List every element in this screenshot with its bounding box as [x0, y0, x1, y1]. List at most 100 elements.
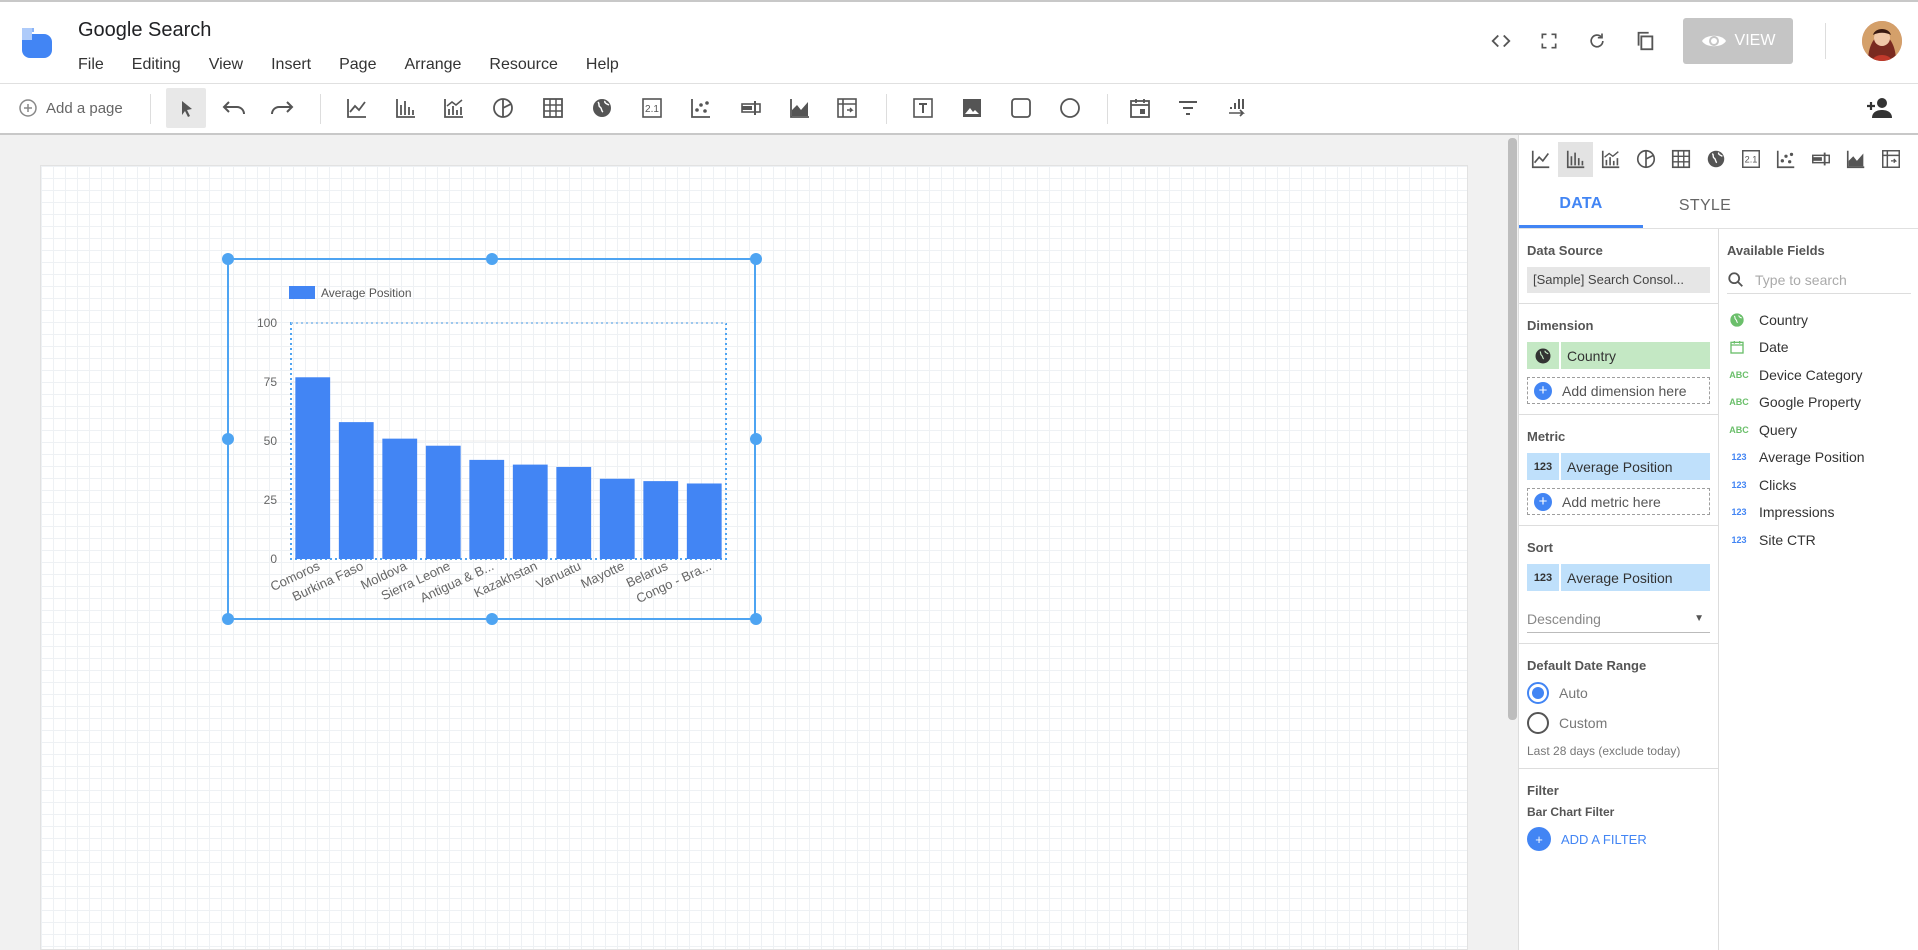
radio-empty-icon — [1527, 712, 1549, 734]
tab-style[interactable]: STYLE — [1643, 183, 1767, 228]
bullet-chart-icon[interactable] — [731, 88, 771, 128]
bar — [425, 445, 461, 559]
field-item[interactable]: Country — [1719, 306, 1918, 334]
field-search[interactable]: Type to search — [1727, 266, 1911, 294]
table-icon[interactable] — [1663, 142, 1698, 177]
bar-chart[interactable]: Average Position 0 25 50 75 100 Comoros Burkin… — [222, 253, 762, 625]
combo-chart-icon[interactable] — [434, 88, 474, 128]
dimension-chip-country[interactable]: Country — [1527, 342, 1710, 369]
report-title[interactable]: Google Search — [78, 19, 211, 42]
circle-icon[interactable] — [1050, 88, 1090, 128]
geo-map-icon[interactable] — [582, 88, 622, 128]
redo-icon[interactable] — [262, 88, 302, 128]
area-chart-icon[interactable] — [780, 88, 820, 128]
resize-handle[interactable] — [750, 433, 762, 445]
menu-arrange[interactable]: Arrange — [404, 56, 461, 74]
bar-chart-icon[interactable] — [386, 88, 426, 128]
field-item[interactable]: Date — [1719, 334, 1918, 362]
rectangle-icon[interactable] — [1001, 88, 1041, 128]
copy-icon[interactable] — [1621, 19, 1669, 63]
filter-sublabel: Bar Chart Filter — [1527, 805, 1615, 819]
resize-handle[interactable] — [222, 433, 234, 445]
dimension-label: Dimension — [1527, 318, 1594, 333]
text-box-icon[interactable] — [903, 88, 943, 128]
add-metric-button[interactable]: + Add metric here — [1527, 488, 1710, 515]
field-item[interactable]: ABC Google Property — [1719, 389, 1918, 417]
time-series-chart-icon[interactable] — [337, 88, 377, 128]
view-button[interactable]: VIEW — [1683, 18, 1793, 64]
add-metric-label: Add metric here — [1562, 493, 1661, 510]
select-tool-icon[interactable] — [166, 88, 206, 128]
search-icon — [1728, 271, 1743, 287]
y-tick-label: 100 — [257, 316, 277, 330]
data-studio-logo-icon[interactable] — [20, 26, 54, 60]
data-source-selector[interactable]: [Sample] Search Consol... — [1527, 267, 1710, 293]
field-item[interactable]: ABC Device Category — [1719, 361, 1918, 389]
header-actions: VIEW — [1477, 18, 1918, 64]
sort-chip-average-position[interactable]: 123 Average Position — [1527, 564, 1710, 591]
add-page-button[interactable]: Add a page — [18, 98, 123, 118]
bullet-chart-icon[interactable] — [1803, 142, 1838, 177]
pivot-table-icon[interactable] — [1873, 142, 1908, 177]
image-icon[interactable] — [952, 88, 992, 128]
legend-label: Average Position — [321, 286, 412, 300]
resize-handle[interactable] — [486, 613, 498, 625]
scatter-chart-icon[interactable] — [1768, 142, 1803, 177]
pie-chart-icon[interactable] — [1628, 142, 1663, 177]
refresh-icon[interactable] — [1573, 19, 1621, 63]
field-item[interactable]: 123 Site CTR — [1719, 526, 1918, 554]
menu-editing[interactable]: Editing — [132, 56, 181, 74]
legend-swatch — [289, 286, 315, 299]
field-item[interactable]: 123 Average Position — [1719, 444, 1918, 472]
resize-handle[interactable] — [750, 253, 762, 265]
geo-map-icon[interactable] — [1698, 142, 1733, 177]
menu-view[interactable]: View — [209, 56, 243, 74]
resize-handle[interactable] — [222, 613, 234, 625]
dimension-section: Dimension Country + Add dimension here — [1519, 304, 1718, 415]
date-range-note: Last 28 days (exclude today) — [1527, 744, 1681, 758]
table-icon[interactable] — [533, 88, 573, 128]
add-dimension-button[interactable]: + Add dimension here — [1527, 377, 1710, 404]
resize-handle[interactable] — [750, 613, 762, 625]
menu-file[interactable]: File — [78, 56, 104, 74]
filter-control-icon[interactable] — [1168, 88, 1208, 128]
add-person-icon[interactable] — [1860, 88, 1900, 128]
field-item[interactable]: ABC Query — [1719, 416, 1918, 444]
date-range-icon[interactable] — [1120, 88, 1160, 128]
data-control-icon[interactable] — [1216, 88, 1256, 128]
embed-code-icon[interactable] — [1477, 19, 1525, 63]
time-series-chart-icon[interactable] — [1523, 142, 1558, 177]
combo-chart-icon[interactable] — [1593, 142, 1628, 177]
scorecard-icon[interactable]: 2.1 — [632, 88, 672, 128]
add-filter-button[interactable]: + ADD A FILTER — [1527, 827, 1710, 851]
sort-chip-label: Average Position — [1561, 564, 1710, 591]
date-range-auto-option[interactable]: Auto — [1527, 682, 1710, 704]
panel-scrollbar[interactable] — [1508, 138, 1517, 720]
pivot-table-icon[interactable] — [827, 88, 867, 128]
menu-page[interactable]: Page — [339, 56, 376, 74]
fullscreen-icon[interactable] — [1525, 19, 1573, 63]
area-chart-icon[interactable] — [1838, 142, 1873, 177]
avatar[interactable] — [1862, 21, 1902, 61]
scatter-chart-icon[interactable] — [681, 88, 721, 128]
scorecard-icon[interactable]: 2.1 — [1733, 142, 1768, 177]
field-name: Impressions — [1759, 504, 1835, 521]
metric-chip-average-position[interactable]: 123 Average Position — [1527, 453, 1710, 480]
date-range-custom-option[interactable]: Custom — [1527, 712, 1710, 734]
resize-handle[interactable] — [486, 253, 498, 265]
menu-insert[interactable]: Insert — [271, 56, 311, 74]
undo-icon[interactable] — [214, 88, 254, 128]
sort-order-value: Descending — [1527, 610, 1601, 627]
y-tick-label: 50 — [264, 434, 278, 448]
field-item[interactable]: 123 Clicks — [1719, 471, 1918, 499]
dimension-chip-label: Country — [1561, 342, 1710, 369]
field-item[interactable]: 123 Impressions — [1719, 499, 1918, 527]
tab-data[interactable]: DATA — [1519, 183, 1643, 228]
sort-order-select[interactable]: Descending ▼ — [1527, 605, 1710, 633]
pie-chart-icon[interactable] — [483, 88, 523, 128]
menu-resource[interactable]: Resource — [489, 56, 557, 74]
number-type-icon: 123 — [1731, 479, 1747, 490]
bar-chart-icon[interactable] — [1558, 141, 1593, 177]
resize-handle[interactable] — [222, 253, 234, 265]
menu-help[interactable]: Help — [586, 56, 619, 74]
